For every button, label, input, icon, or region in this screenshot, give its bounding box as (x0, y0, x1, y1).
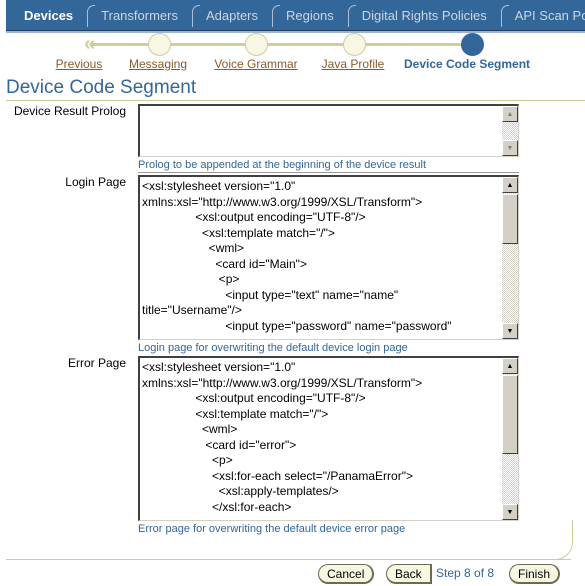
scroll-up-icon[interactable]: ▲ (502, 358, 518, 374)
scroll-thumb[interactable] (502, 375, 518, 454)
scroll-thumb[interactable] (502, 194, 518, 244)
error-page-textarea-value: <xsl:stylesheet version="1.0" xmlns:xsl=… (142, 360, 423, 514)
footer-curve (553, 520, 573, 560)
train-station-java-profile[interactable] (343, 33, 366, 56)
login-page-scrollbar[interactable]: ▲ ▼ (502, 177, 518, 339)
login-page-hint: Login page for overwriting the default d… (138, 342, 408, 354)
previous-link[interactable]: Previous (56, 57, 103, 71)
scroll-up-icon[interactable]: ▲ (502, 177, 518, 193)
tab-label: Digital Rights Policies (361, 7, 487, 23)
page-title: Device Code Segment (6, 77, 197, 98)
footer-divider (6, 559, 571, 560)
tab-regions[interactable]: Regions (270, 0, 346, 31)
tab-separator (87, 4, 96, 27)
train-link-java-profile[interactable]: Java Profile (322, 57, 385, 71)
train-link-messaging[interactable]: Messaging (129, 57, 187, 71)
prolog-label: Device Result Prolog (13, 104, 126, 118)
tab-devices[interactable]: Devices (6, 0, 85, 31)
scroll-down-icon[interactable]: ▼ (502, 504, 518, 520)
train-navigator: « Previous Messaging Voice Grammar Java … (0, 33, 585, 77)
scroll-down-icon[interactable]: ▼ (502, 323, 518, 339)
error-page-label: Error Page (67, 356, 126, 370)
prolog-divider (138, 172, 519, 173)
train-current-step: Device Code Segment (403, 57, 531, 71)
tab-separator (191, 4, 200, 27)
step-indicator: Step 8 of 8 (436, 566, 495, 580)
title-divider (6, 100, 585, 101)
tab-label: Regions (286, 7, 334, 23)
tab-label: API Scan Po (514, 7, 585, 23)
prolog-textarea-value (142, 108, 500, 156)
login-page-textarea[interactable]: <xsl:stylesheet version="1.0" xmlns:xsl=… (138, 175, 519, 340)
tab-adapters[interactable]: Adapters (190, 0, 270, 31)
tab-label: Devices (24, 7, 74, 23)
prolog-textarea[interactable]: ▲ ▼ (138, 104, 519, 157)
train-link-voice-grammar[interactable]: Voice Grammar (214, 57, 297, 71)
cancel-button[interactable]: Cancel (318, 564, 375, 584)
prolog-hint: Prolog to be appended at the beginning o… (138, 159, 427, 171)
login-page-textarea-value: <xsl:stylesheet version="1.0" xmlns:xsl=… (142, 179, 452, 333)
tab-separator (347, 4, 356, 27)
tab-separator (272, 4, 281, 27)
error-page-textarea[interactable]: <xsl:stylesheet version="1.0" xmlns:xsl=… (138, 356, 519, 521)
tab-transformers[interactable]: Transformers (85, 0, 190, 31)
tab-api-scan-policies[interactable]: API Scan Po (499, 0, 585, 31)
tab-bar: Devices Transformers Adapters Regions Di… (6, 0, 585, 31)
error-page-scrollbar[interactable]: ▲ ▼ (502, 358, 518, 520)
prolog-scrollbar[interactable]: ▲ ▼ (502, 106, 518, 156)
error-page-hint: Error page for overwriting the default d… (138, 523, 406, 535)
tab-label: Adapters (205, 7, 259, 23)
tab-label: Transformers (101, 7, 178, 23)
scroll-down-icon[interactable]: ▼ (502, 140, 518, 156)
tab-separator (500, 4, 509, 27)
back-button[interactable]: Back (386, 564, 432, 584)
train-station-device-code-segment (461, 33, 484, 56)
train-station-voice-grammar[interactable] (245, 33, 268, 56)
login-page-label: Login Page (65, 175, 126, 189)
previous-arrow-icon[interactable]: « (84, 34, 95, 54)
train-station-messaging[interactable] (148, 33, 171, 56)
finish-button[interactable]: Finish (509, 564, 561, 584)
scroll-up-icon[interactable]: ▲ (502, 106, 518, 122)
tab-digital-rights-policies[interactable]: Digital Rights Policies (346, 0, 499, 31)
